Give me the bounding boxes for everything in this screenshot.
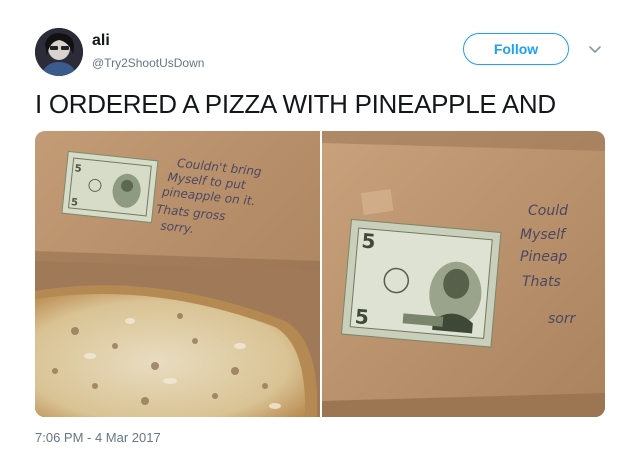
photo-left[interactable]: 5 5 Couldn't bring Myself to put pineapp… <box>35 131 320 417</box>
tweet-media[interactable]: 5 5 Couldn't bring Myself to put pineapp… <box>35 131 605 417</box>
author-name[interactable]: ali <box>92 31 110 51</box>
follow-button[interactable]: Follow <box>463 33 569 65</box>
note-line-right: sorr <box>548 311 577 327</box>
note-line-right: Could <box>528 203 568 219</box>
avatar[interactable] <box>35 28 83 76</box>
note-line-right: Thats <box>522 274 561 290</box>
svg-text:5: 5 <box>74 163 82 175</box>
note-line-right: Myself <box>520 227 567 243</box>
photo-right[interactable]: 5 5 Could Myself Pineap Thats sorr <box>322 131 605 417</box>
svg-text:5: 5 <box>70 197 78 209</box>
avatar-photo-icon <box>35 28 83 76</box>
chevron-down-icon[interactable] <box>588 42 602 56</box>
svg-text:5: 5 <box>361 228 377 253</box>
tweet-text: I ORDERED A PIZZA WITH PINEAPPLE AND <box>35 89 556 119</box>
author-handle[interactable]: @Try2ShootUsDown <box>92 55 204 71</box>
note-line-right: Pineap <box>520 249 567 265</box>
svg-text:5: 5 <box>354 304 370 329</box>
tweet-timestamp[interactable]: 7:06 PM - 4 Mar 2017 <box>35 430 161 446</box>
